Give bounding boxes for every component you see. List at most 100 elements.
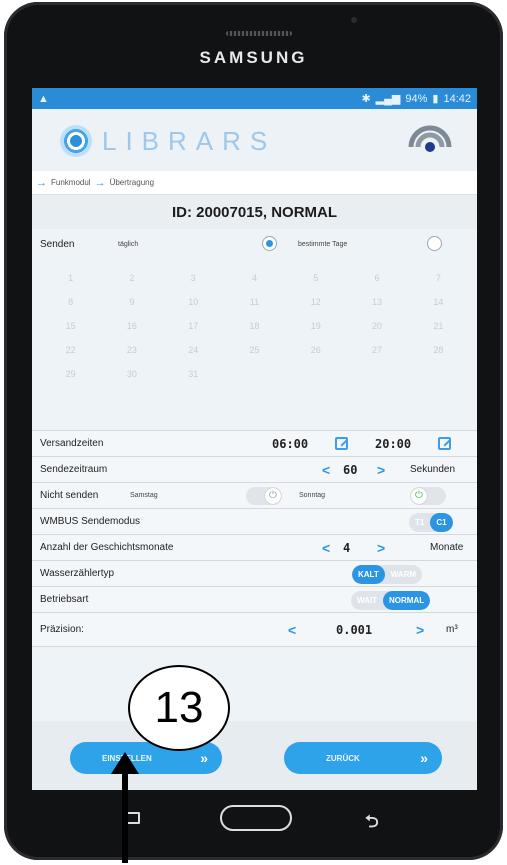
- day-calendar: 1 2 3 4 5 6 7 8 9 10 11 12 13 14 15 16 17 18 19 20 21 22 23 24 2…: [32, 259, 477, 431]
- wmbus-mode-switch[interactable]: T1 C1: [409, 513, 453, 532]
- calendar-day[interactable]: 26: [285, 345, 346, 355]
- calendar-day[interactable]: 18: [224, 321, 285, 331]
- breadcrumb-item-uebertragung[interactable]: Übertragung: [110, 178, 154, 187]
- saturday-toggle[interactable]: ⏻: [246, 487, 282, 505]
- calendar-day[interactable]: 21: [408, 321, 469, 331]
- operating-mode-label: Betriebsart: [40, 594, 89, 605]
- send-period-value: 60: [343, 462, 358, 477]
- sunday-toggle[interactable]: ⏻: [410, 487, 446, 505]
- app-logo-text: LIBRARS: [102, 126, 277, 156]
- back-arrow-icon[interactable]: ⮌: [365, 809, 379, 838]
- mode-option-wait[interactable]: WAIT: [351, 591, 383, 610]
- calendar-day[interactable]: 22: [40, 345, 101, 355]
- breadcrumb-item-funkmodul[interactable]: Funkmodul: [51, 178, 91, 187]
- calendar-day[interactable]: 8: [40, 297, 101, 307]
- calendar-day[interactable]: 13: [346, 297, 407, 307]
- calendar-grid: 1 2 3 4 5 6 7 8 9 10 11 12 13 14 15 16 17 18 19 20 21 22 23 24 2…: [40, 259, 469, 379]
- no-send-label: Nicht senden: [40, 490, 99, 501]
- history-months-row: Anzahl der Geschichtsmonate < 4 > Monate: [32, 535, 477, 561]
- warning-icon: ▲: [38, 92, 49, 105]
- edit-end-time-icon[interactable]: [438, 437, 451, 450]
- footer-actions: EINSTELLEN » ZURÜCK »: [32, 721, 477, 790]
- speaker-grille: [226, 31, 292, 36]
- front-camera: [351, 17, 357, 23]
- calendar-day[interactable]: 25: [224, 345, 285, 355]
- calendar-day[interactable]: 9: [101, 297, 162, 307]
- mode-option-normal[interactable]: NORMAL: [383, 591, 431, 610]
- send-times-label: Versandzeiten: [40, 438, 104, 449]
- home-button[interactable]: [220, 805, 292, 831]
- send-period-row: Sendezeitraum < 60 > Sekunden: [32, 457, 477, 483]
- water-type-option-kalt[interactable]: KALT: [352, 565, 385, 584]
- operating-mode-switch[interactable]: WAIT NORMAL: [351, 591, 431, 610]
- radio-daily[interactable]: [262, 236, 277, 251]
- start-time-value[interactable]: 06:00: [272, 437, 308, 451]
- wireless-signal-icon[interactable]: [405, 119, 455, 155]
- send-label: Senden: [40, 238, 75, 250]
- calendar-day[interactable]: 19: [285, 321, 346, 331]
- calendar-day[interactable]: 11: [224, 297, 285, 307]
- edit-start-time-icon[interactable]: [335, 437, 348, 450]
- calendar-day[interactable]: 31: [163, 369, 224, 379]
- pointer-arrow-shaft: [122, 770, 128, 863]
- chevron-right-icon: »: [420, 750, 428, 766]
- calendar-day[interactable]: 6: [346, 273, 407, 283]
- send-row: Senden täglich bestimmte Tage: [32, 229, 477, 259]
- calendar-day[interactable]: 23: [101, 345, 162, 355]
- arrow-right-icon: →: [94, 176, 106, 189]
- calendar-day[interactable]: 4: [224, 273, 285, 283]
- calendar-day[interactable]: 29: [40, 369, 101, 379]
- page-title: ID: 20007015, NORMAL: [32, 195, 477, 229]
- calendar-day[interactable]: 5: [285, 273, 346, 283]
- wmbus-option-c1[interactable]: C1: [430, 513, 453, 532]
- calendar-day[interactable]: 30: [101, 369, 162, 379]
- send-period-label: Sendezeitraum: [40, 464, 108, 475]
- calendar-day[interactable]: 2: [101, 273, 162, 283]
- decrease-period-button[interactable]: <: [322, 462, 330, 478]
- calendar-day[interactable]: 20: [346, 321, 407, 331]
- status-bar: ▲ ✱ ▂▄▆ 94% ▮ 14:42: [32, 88, 477, 109]
- calendar-day[interactable]: 3: [163, 273, 224, 283]
- end-time-value[interactable]: 20:00: [375, 437, 411, 451]
- calendar-day[interactable]: 1: [40, 273, 101, 283]
- water-meter-type-switch[interactable]: KALT WARM: [352, 565, 423, 584]
- calendar-day[interactable]: 15: [40, 321, 101, 331]
- wmbus-row: WMBUS Sendemodus T1 C1: [32, 509, 477, 535]
- radio-specific-days[interactable]: [427, 236, 442, 251]
- send-times-row: Versandzeiten 06:00 20:00: [32, 431, 477, 457]
- back-button-label: ZURÜCK: [326, 753, 360, 763]
- calendar-day[interactable]: 28: [408, 345, 469, 355]
- calendar-day[interactable]: 24: [163, 345, 224, 355]
- no-send-row: Nicht senden Samstag ⏻ Sonntag ⏻: [32, 483, 477, 509]
- calendar-day[interactable]: 17: [163, 321, 224, 331]
- wmbus-option-t1[interactable]: T1: [409, 513, 430, 532]
- calendar-day[interactable]: 14: [408, 297, 469, 307]
- librars-logo-icon: [60, 125, 92, 157]
- decrease-precision-button[interactable]: <: [288, 622, 296, 638]
- increase-period-button[interactable]: >: [377, 462, 385, 478]
- power-icon: ⏻: [265, 488, 281, 504]
- precision-value: 0.001: [336, 622, 373, 637]
- calendar-day[interactable]: 12: [285, 297, 346, 307]
- calendar-day[interactable]: 7: [408, 273, 469, 283]
- decrease-months-button[interactable]: <: [322, 540, 330, 556]
- chevron-right-icon: »: [200, 750, 208, 766]
- bluetooth-icon: ✱: [361, 93, 371, 105]
- arrow-right-icon: →: [36, 176, 47, 189]
- water-meter-type-row: Wasserzählertyp KALT WARM: [32, 561, 477, 587]
- back-button[interactable]: ZURÜCK »: [284, 742, 442, 774]
- clock: 14:42: [443, 92, 471, 105]
- battery-icon: ▮: [432, 93, 439, 105]
- history-months-unit: Monate: [430, 542, 464, 553]
- calendar-day[interactable]: 10: [163, 297, 224, 307]
- operating-mode-row: Betriebsart WAIT NORMAL: [32, 587, 477, 613]
- calendar-day[interactable]: 27: [346, 345, 407, 355]
- option-daily-label: täglich: [118, 240, 139, 248]
- recent-apps-icon[interactable]: [126, 812, 140, 824]
- sunday-label: Sonntag: [299, 492, 326, 499]
- signal-bars-icon: ▂▄▆: [375, 93, 401, 105]
- increase-months-button[interactable]: >: [377, 540, 385, 556]
- increase-precision-button[interactable]: >: [416, 622, 424, 638]
- calendar-day[interactable]: 16: [101, 321, 162, 331]
- water-type-option-warm[interactable]: WARM: [385, 565, 422, 584]
